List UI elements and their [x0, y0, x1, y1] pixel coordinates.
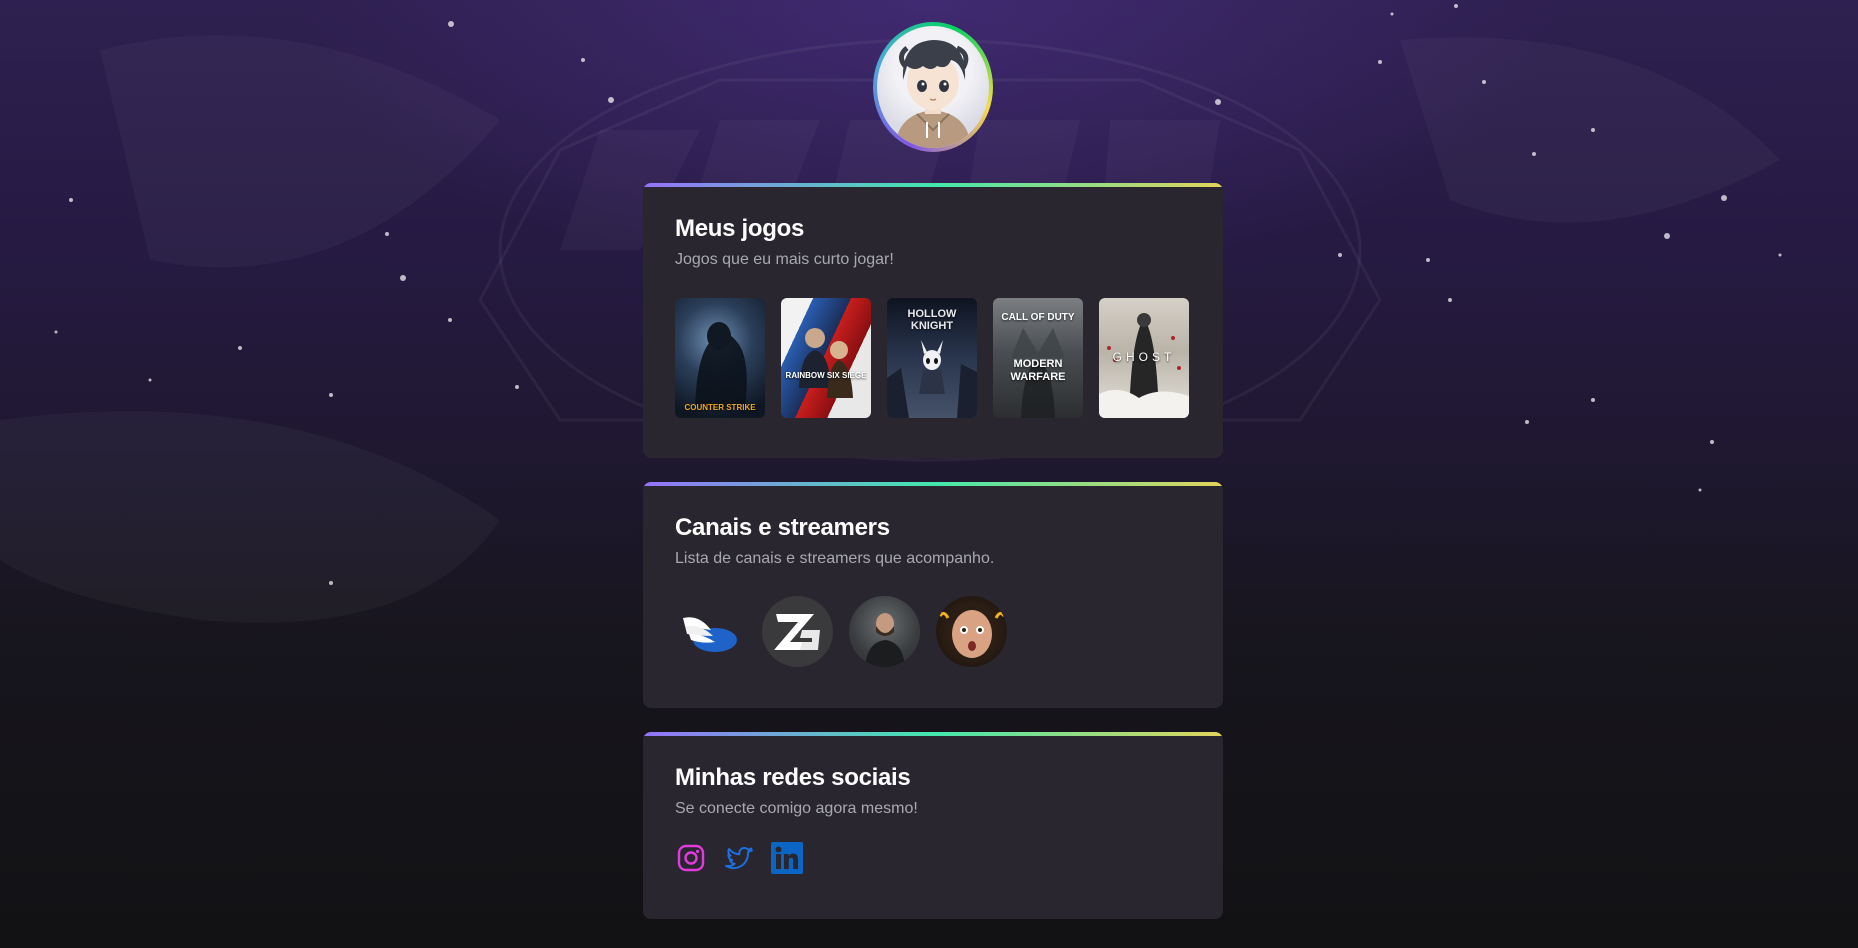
games-list: COUNTER STRIKE RAINBOW SIX SIEGE HOLLOW … [675, 298, 1189, 418]
streamers-list [675, 596, 1007, 667]
game-cover-hollow-knight[interactable]: HOLLOW KNIGHT [887, 298, 977, 418]
game-cover-ghost-of-tsushima[interactable]: GHOST [1099, 298, 1189, 418]
game-cover-rainbow-six[interactable]: RAINBOW SIX SIEGE [781, 298, 871, 418]
streamers-card: Canais e streamers Lista de canais e str… [643, 482, 1223, 708]
games-title: Meus jogos [675, 215, 805, 242]
streamer-avatar-surprised-face[interactable] [936, 596, 1007, 667]
social-links [675, 842, 803, 874]
profile-avatar[interactable] [877, 26, 989, 148]
game-cover-text: GHOST [1112, 350, 1176, 364]
game-cover-text: RAINBOW SIX SIEGE [785, 371, 867, 380]
game-cover-text-2: MODERN WARFARE [1010, 358, 1066, 383]
streamer-avatar-winged-logo[interactable] [675, 596, 746, 667]
game-cover-text: COUNTER STRIKE [684, 403, 756, 412]
game-cover-text: HOLLOW KNIGHT [907, 308, 957, 332]
linkedin-icon[interactable] [771, 842, 803, 874]
streamers-title: Canais e streamers [675, 514, 890, 541]
social-card: Minhas redes sociais Se conecte comigo a… [643, 732, 1223, 919]
instagram-icon[interactable] [675, 842, 707, 874]
game-cover-call-of-duty[interactable]: CALL OF DUTY MODERN WARFARE [993, 298, 1083, 418]
streamer-avatar-zg-logo[interactable] [762, 596, 833, 667]
streamers-subtitle: Lista de canais e streamers que acompanh… [675, 550, 995, 567]
game-cover-text: CALL OF DUTY [1001, 312, 1075, 323]
profile-avatar-ring [873, 22, 993, 152]
social-title: Minhas redes sociais [675, 764, 911, 791]
games-subtitle: Jogos que eu mais curto jogar! [675, 251, 894, 268]
twitter-icon[interactable] [723, 842, 755, 874]
social-subtitle: Se conecte comigo agora mesmo! [675, 800, 918, 817]
game-cover-counter-strike[interactable]: COUNTER STRIKE [675, 298, 765, 418]
games-card: Meus jogos Jogos que eu mais curto jogar… [643, 183, 1223, 458]
streamer-avatar-man-beard[interactable] [849, 596, 920, 667]
